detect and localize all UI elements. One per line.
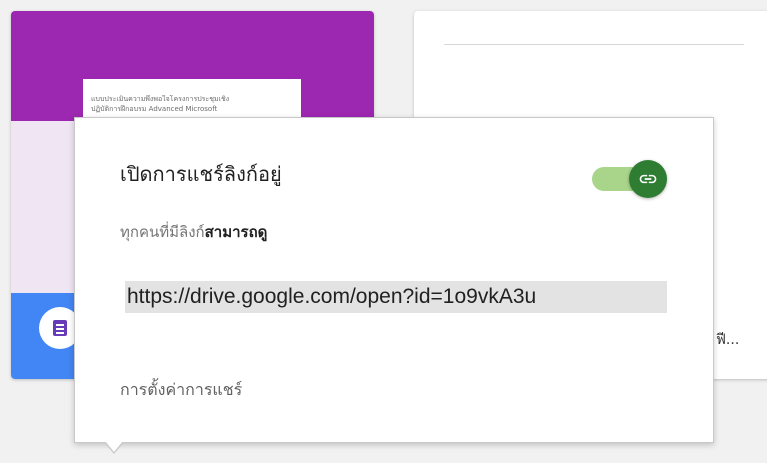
- share-audience-label: ทุกคนที่มีลิงก์: [120, 223, 205, 241]
- link-sharing-toggle[interactable]: [592, 160, 672, 198]
- doc-preview-line: [444, 44, 744, 45]
- link-icon: [639, 174, 657, 184]
- form-preview-line: แบบประเมินความพึงพอใจโครงการประชุมเชิง: [91, 95, 230, 103]
- share-link-popup: เปิดการแชร์ลิงก์อยู่ ทุกคนที่มีลิงก์สามา…: [74, 117, 714, 443]
- share-link-url[interactable]: https://drive.google.com/open?id=1o9vkA3…: [125, 281, 667, 313]
- toggle-knob: [629, 160, 667, 198]
- form-preview-line: ปฏิบัติการฝึกอบรม Advanced Microsoft: [91, 105, 218, 113]
- sharing-settings-link[interactable]: การตั้งค่าการแชร์: [120, 378, 242, 403]
- share-permission-level[interactable]: สามารถดู: [205, 223, 268, 241]
- share-permission-text: ทุกคนที่มีลิงก์สามารถดู: [120, 220, 267, 244]
- share-popup-title: เปิดการแชร์ลิงก์อยู่: [120, 162, 282, 186]
- doc-card-title: ฟี...: [716, 332, 740, 348]
- popup-pointer-fill: [105, 441, 123, 452]
